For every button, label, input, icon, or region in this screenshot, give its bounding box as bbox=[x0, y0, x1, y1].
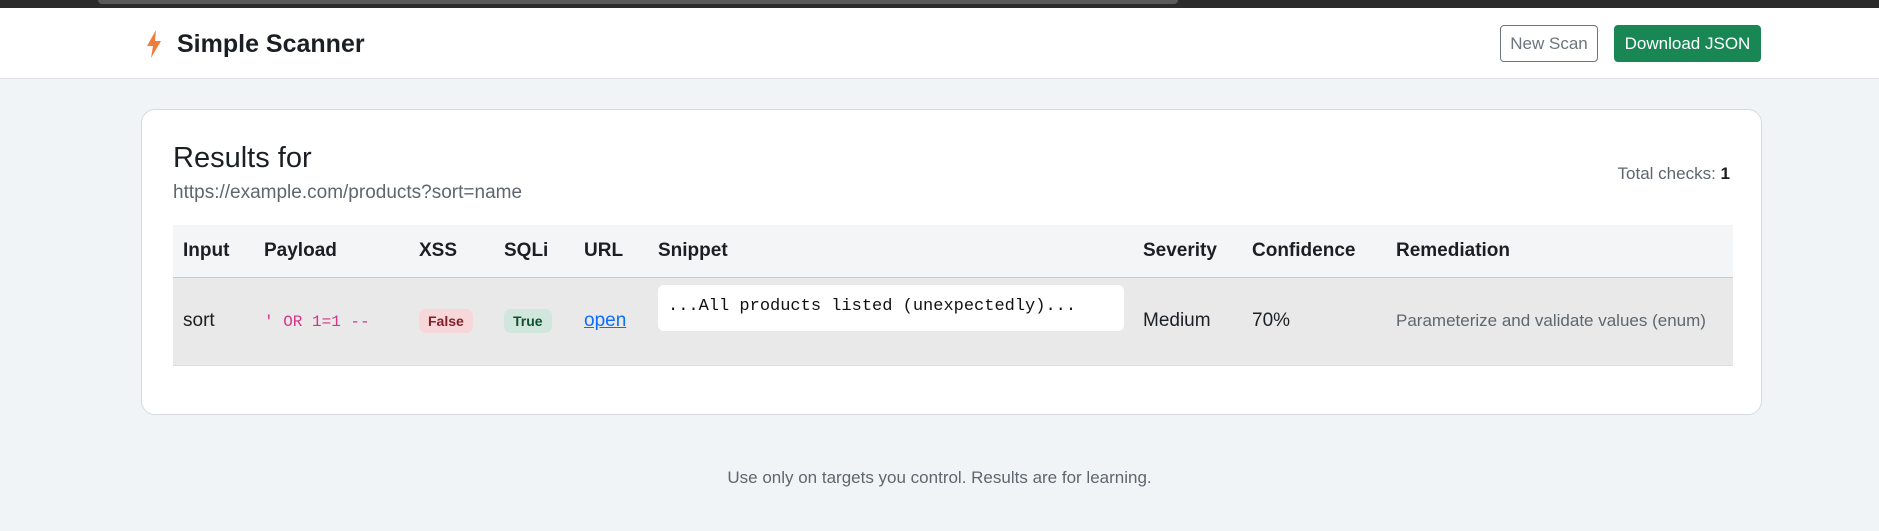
snippet-box: ...All products listed (unexpectedly)... bbox=[658, 285, 1124, 331]
total-checks-value: 1 bbox=[1720, 164, 1730, 183]
cell-xss: False bbox=[409, 277, 494, 366]
results-card: Results for https://example.com/products… bbox=[141, 109, 1762, 415]
cell-confidence: 70% bbox=[1242, 277, 1386, 366]
total-checks: Total checks: 1 bbox=[1618, 164, 1730, 184]
col-header-remediation: Remediation bbox=[1386, 225, 1733, 278]
cell-input: sort bbox=[173, 277, 254, 366]
col-header-input: Input bbox=[173, 225, 254, 278]
cell-sqli: True bbox=[494, 277, 574, 366]
col-header-snippet: Snippet bbox=[648, 225, 1133, 278]
col-header-xss: XSS bbox=[409, 225, 494, 278]
col-header-url: URL bbox=[574, 225, 648, 278]
col-header-severity: Severity bbox=[1133, 225, 1242, 278]
xss-status-badge: False bbox=[419, 309, 473, 333]
sqli-status-badge: True bbox=[504, 309, 552, 333]
results-heading: Results for bbox=[173, 142, 312, 174]
col-header-confidence: Confidence bbox=[1242, 225, 1386, 278]
total-checks-label: Total checks: bbox=[1617, 164, 1716, 183]
cell-payload: ' OR 1=1 -- bbox=[254, 277, 409, 366]
cell-url: open bbox=[574, 277, 648, 366]
app-title: Simple Scanner bbox=[177, 29, 365, 58]
new-scan-button[interactable]: New Scan bbox=[1500, 25, 1598, 62]
table-row: sort ' OR 1=1 -- False True open ...All … bbox=[173, 277, 1733, 366]
browser-tab-edge bbox=[98, 0, 1178, 4]
browser-top-strip bbox=[0, 0, 1879, 8]
payload-code: ' OR 1=1 -- bbox=[264, 313, 370, 331]
col-header-payload: Payload bbox=[254, 225, 409, 278]
cell-remediation: Parameterize and validate values (enum) bbox=[1386, 277, 1733, 366]
table-header-row: Input Payload XSS SQLi URL Snippet Sever… bbox=[173, 225, 1733, 278]
cell-snippet: ...All products listed (unexpectedly)... bbox=[648, 277, 1133, 366]
app-header: Simple Scanner New Scan Download JSON bbox=[0, 8, 1879, 79]
lightning-bolt-icon bbox=[145, 30, 163, 58]
brand[interactable]: Simple Scanner bbox=[145, 28, 365, 60]
col-header-sqli: SQLi bbox=[494, 225, 574, 278]
footer-note: Use only on targets you control. Results… bbox=[727, 468, 1152, 487]
target-url: https://example.com/products?sort=name bbox=[173, 182, 523, 203]
download-json-button[interactable]: Download JSON bbox=[1614, 25, 1761, 62]
remediation-text: Parameterize and validate values (enum) bbox=[1396, 311, 1706, 330]
results-table: Input Payload XSS SQLi URL Snippet Sever… bbox=[173, 225, 1733, 366]
cell-severity: Medium bbox=[1133, 277, 1242, 366]
open-url-link[interactable]: open bbox=[584, 310, 626, 331]
